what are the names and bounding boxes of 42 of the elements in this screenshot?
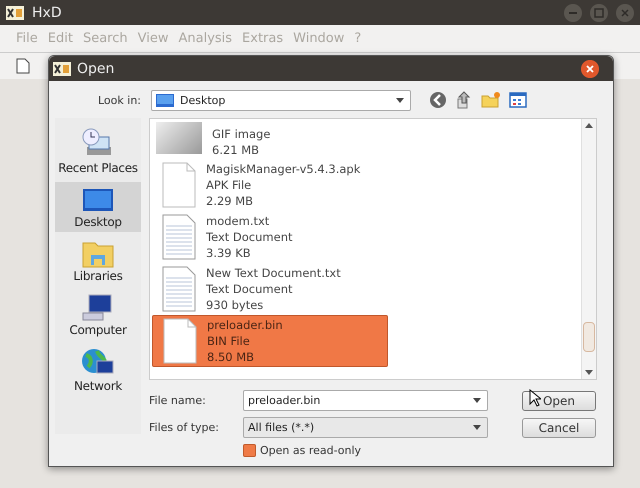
up-folder-icon[interactable]: [455, 91, 473, 109]
open-button[interactable]: Open: [522, 390, 596, 410]
file-name-field[interactable]: preloader.bin: [243, 390, 488, 411]
file-icon: [163, 318, 197, 364]
desktop-icon: [156, 94, 174, 106]
read-only-label: Open as read-only: [260, 444, 362, 457]
look-in-label: Look in:: [97, 94, 141, 106]
text-file-icon: [162, 214, 196, 260]
file-type-label: Files of type:: [149, 421, 220, 434]
place-item[interactable]: Network: [55, 344, 141, 396]
new-file-icon[interactable]: [16, 58, 30, 74]
place-item[interactable]: Recent Places: [55, 124, 141, 178]
caret-icon: [473, 398, 481, 403]
image-list-item[interactable]: GIF image 6.21 MB: [152, 119, 388, 159]
app-logo-icon: [53, 62, 71, 76]
scroll-thumb[interactable]: [583, 322, 595, 352]
place-item[interactable]: Computer: [55, 290, 141, 340]
place-item[interactable]: Desktop: [55, 182, 141, 232]
file-name-label: File name:: [149, 394, 207, 407]
mouse-pointer-icon: [529, 389, 541, 407]
cancel-button[interactable]: Cancel: [522, 418, 596, 438]
file-type-dropdown[interactable]: All files (*.*): [243, 417, 488, 438]
scroll-up-icon[interactable]: [585, 123, 593, 128]
place-item[interactable]: Libraries: [55, 236, 141, 286]
app-logo-icon: [6, 6, 24, 20]
close-button[interactable]: [581, 60, 599, 78]
file-item[interactable]: New Text Document.txt Text Document 930 bytes: [152, 263, 388, 315]
view-menu-icon[interactable]: [509, 91, 527, 109]
text-file-icon: [162, 266, 196, 312]
file-icon: [162, 162, 196, 208]
dialog-title: Open: [77, 60, 114, 76]
read-only-checkbox[interactable]: [243, 444, 256, 457]
scroll-down-icon[interactable]: [585, 370, 593, 375]
caret-icon: [396, 98, 404, 102]
look-in-dropdown[interactable]: Desktop: [151, 90, 411, 110]
file-item[interactable]: modem.txt Text Document 3.39 KB: [152, 211, 388, 263]
file-item[interactable]: preloader.bin BIN File 8.50 MB: [152, 315, 388, 367]
window-title: HxD: [32, 4, 62, 20]
back-icon[interactable]: [429, 91, 447, 109]
caret-icon: [473, 425, 481, 430]
image-thumbnail: [156, 122, 202, 154]
scrollbar[interactable]: [581, 119, 596, 379]
